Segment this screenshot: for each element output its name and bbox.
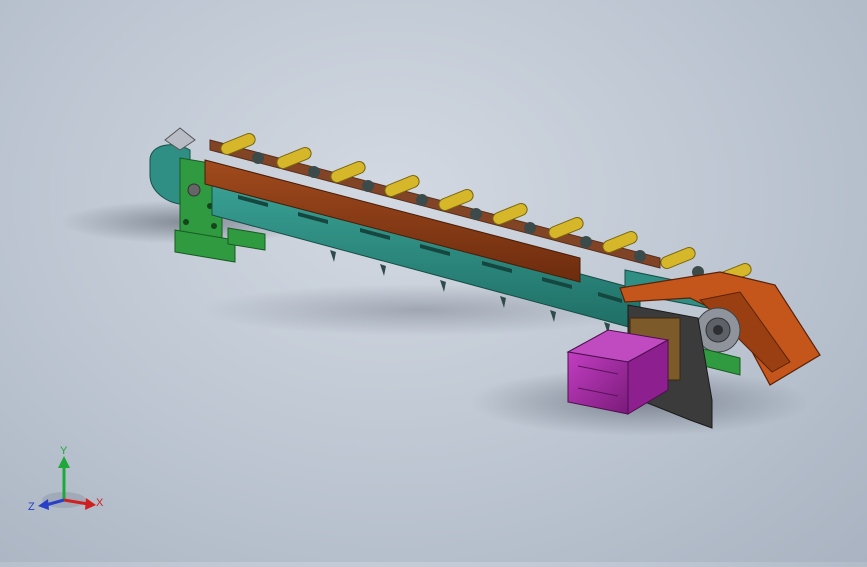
roller[interactable] bbox=[659, 246, 704, 278]
roller[interactable] bbox=[219, 132, 264, 164]
y-axis-label: Y bbox=[60, 445, 68, 457]
x-arrow-head bbox=[85, 498, 96, 510]
orientation-triad: Y X Z bbox=[22, 440, 112, 520]
y-arrow-head bbox=[58, 456, 70, 468]
x-axis-label: X bbox=[96, 497, 104, 509]
z-axis-label: Z bbox=[28, 501, 35, 513]
model-viewport[interactable] bbox=[0, 0, 867, 562]
